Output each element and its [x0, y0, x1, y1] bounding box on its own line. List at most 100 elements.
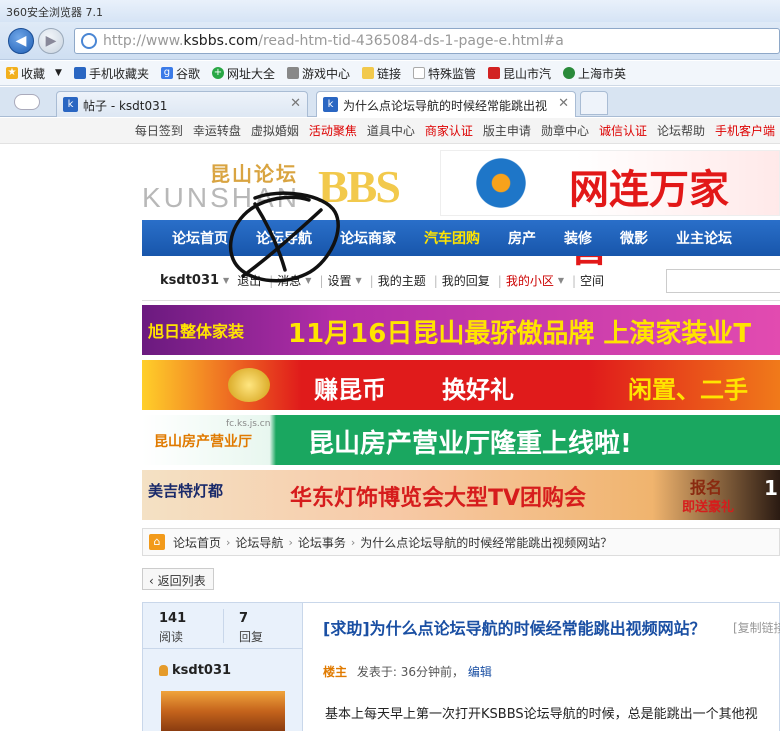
plus-icon: +: [211, 67, 224, 79]
site-info-icon[interactable]: [81, 33, 97, 49]
close-icon[interactable]: ✕: [558, 96, 569, 111]
chevron-right-icon: ›: [350, 535, 356, 549]
nav-car-group-buy[interactable]: 汽车团购: [424, 228, 480, 248]
toplink-medals[interactable]: 勋章中心: [541, 122, 589, 139]
banner-ad-lighting[interactable]: 美吉特灯都 华东灯饰博览会大型TV团购会 报名 即送豪礼 1: [142, 470, 780, 520]
toplink-lucky-wheel[interactable]: 幸运转盘: [193, 122, 241, 139]
thread-title[interactable]: [求助]为什么点论坛导航的时候经常能跳出视频网站？: [323, 615, 706, 639]
url-prefix: http://www.: [103, 33, 184, 49]
tab-post[interactable]: k 帖子 - ksdt031 ✕: [56, 91, 308, 117]
breadcrumb: ⌂ 论坛首页 › 论坛导航 › 论坛事务 › 为什么点论坛导航的时候经常能跳出视…: [142, 528, 780, 556]
avatar[interactable]: [161, 691, 285, 731]
bookmark-label: 网址大全: [226, 66, 275, 81]
bookmark-item[interactable]: 游戏中心: [286, 65, 350, 82]
bbs-favicon-icon: k: [63, 97, 78, 112]
divider: |: [572, 273, 577, 288]
nav-owners-forum[interactable]: 业主论坛: [676, 228, 732, 248]
banner-brand: 昆山房产营业厅: [154, 434, 252, 450]
toplink-moderator[interactable]: 版主申请: [483, 122, 531, 139]
banner-brand: 美吉特灯都: [148, 482, 224, 500]
edit-link[interactable]: 编辑: [468, 665, 492, 679]
chevron-down-icon[interactable]: ▼: [356, 276, 362, 285]
url-domain: ksbbs.com: [183, 33, 259, 49]
nav-merchants[interactable]: 论坛商家: [340, 228, 396, 248]
banner-ad-home-decor[interactable]: 旭日整体家装 11月16日昆山最骄傲品牌 上演家装业T: [142, 305, 780, 355]
bookmark-item[interactable]: 链接: [362, 65, 401, 82]
my-area-link[interactable]: 我的小区: [506, 272, 554, 289]
bookmark-label: 链接: [377, 66, 402, 81]
views-label: 阅读: [159, 630, 184, 644]
author-name-text: ksdt031: [172, 663, 232, 678]
site-top-links: 每日签到 幸运转盘 虚拟婚姻 活动聚焦 道具中心 商家认证 版主申请 勋章中心 …: [0, 118, 780, 144]
breadcrumb-item[interactable]: 论坛首页: [173, 534, 221, 551]
toplink-mobile[interactable]: 手机客户端: [715, 122, 775, 139]
nav-real-estate[interactable]: 房产: [508, 228, 536, 248]
breadcrumb-item[interactable]: 论坛事务: [298, 534, 346, 551]
post-body: 基本上每天早上第一次打开KSBBS论坛导航的时候，总是能跳出一个其他视: [325, 707, 758, 722]
post-meta: 楼主 发表于: 36分钟前， 编辑: [323, 663, 492, 680]
chevron-down-icon[interactable]: ▼: [558, 276, 564, 285]
banner-badge-1: 报名: [690, 478, 723, 497]
copy-link[interactable]: [复制链接]: [733, 619, 780, 636]
replies-count: 7: [239, 611, 249, 626]
tab-thread[interactable]: k 为什么点论坛导航的时候经常能跳出视 ✕: [316, 91, 576, 117]
bookmark-item[interactable]: 手机收藏夹: [73, 65, 149, 82]
divider: [223, 609, 224, 643]
views-count: 141: [159, 611, 187, 626]
my-replies-link[interactable]: 我的回复: [442, 272, 490, 289]
toplink-virtual-marriage[interactable]: 虚拟婚姻: [251, 122, 299, 139]
url-input[interactable]: http://www.ksbbs.com/read-htm-tid-436508…: [74, 28, 780, 54]
views-stat: 141 阅读: [159, 611, 186, 645]
banner-text-2: 换好礼: [442, 376, 514, 404]
new-tab-button[interactable]: [580, 91, 608, 115]
author-name[interactable]: ksdt031: [159, 663, 231, 678]
top-banner-ad[interactable]: 网连万家 智: [440, 150, 780, 271]
bookmark-item[interactable]: 昆山市汽: [488, 65, 551, 82]
toplink-props[interactable]: 道具中心: [367, 122, 415, 139]
bookmark-item[interactable]: 上海市英: [563, 65, 626, 82]
bookmark-item[interactable]: 特殊监管: [413, 65, 476, 82]
home-icon[interactable]: ⌂: [149, 534, 165, 550]
my-topics-link[interactable]: 我的主题: [378, 272, 426, 289]
chevron-down-icon[interactable]: ▼: [55, 68, 62, 78]
breadcrumb-current: 为什么点论坛导航的时候经常能跳出视频网站？: [360, 535, 613, 550]
page-icon: [413, 67, 426, 79]
op-badge: 楼主: [323, 665, 348, 679]
banner-url: fc.ks.js.cn: [226, 419, 271, 429]
banner-ad-coins[interactable]: 赚昆币 换好礼 闲置、二手: [142, 360, 780, 410]
space-link[interactable]: 空间: [580, 272, 604, 289]
toplink-integrity[interactable]: 诚信认证: [599, 122, 647, 139]
forward-button[interactable]: ▶: [38, 28, 64, 54]
bbs-icon: [488, 67, 501, 79]
banner-text-1: 赚昆币: [314, 376, 386, 404]
toplink-events[interactable]: 活动聚焦: [309, 122, 357, 139]
folder-icon: [362, 67, 374, 79]
banner-corner: 1: [764, 476, 778, 500]
bookmark-item[interactable]: + 网址大全: [211, 65, 275, 82]
toplink-sign-in[interactable]: 每日签到: [135, 122, 183, 139]
back-to-list-button[interactable]: ‹ 返回列表: [142, 568, 214, 590]
bookmark-item[interactable]: g 谷歌: [160, 65, 200, 82]
window-title: 360安全浏览器 7.1: [6, 6, 103, 19]
phone-icon: [73, 67, 86, 79]
search-input[interactable]: [666, 269, 780, 293]
username-link[interactable]: ksdt031: [160, 273, 219, 288]
nav-decoration[interactable]: 装修: [564, 228, 592, 248]
bookmark-label: 特殊监管: [428, 66, 477, 81]
breadcrumb-item[interactable]: 论坛导航: [235, 534, 283, 551]
banner-text: 11月16日昆山最骄傲品牌 上演家装业T: [288, 319, 752, 349]
cloud-icon[interactable]: [14, 94, 40, 110]
nav-home[interactable]: 论坛首页: [172, 228, 228, 248]
bookmark-label: 上海市英: [578, 66, 627, 81]
close-icon[interactable]: ✕: [290, 96, 301, 111]
nav-micro-film[interactable]: 微影: [620, 228, 648, 248]
chevron-right-icon: ›: [226, 535, 231, 549]
thread-stats: 141 阅读 7 回复: [143, 603, 303, 649]
toplink-help[interactable]: 论坛帮助: [657, 122, 705, 139]
divider: |: [369, 273, 374, 288]
bookmark-label: 昆山市汽: [503, 66, 552, 81]
back-button[interactable]: ◀: [8, 28, 34, 54]
bookmark-item[interactable]: ★ 收藏 ▼: [6, 65, 62, 82]
banner-ad-real-estate[interactable]: 昆山房产营业厅 fc.ks.js.cn 昆山房产营业厅隆重上线啦!: [142, 415, 780, 465]
toplink-merchant[interactable]: 商家认证: [425, 122, 473, 139]
